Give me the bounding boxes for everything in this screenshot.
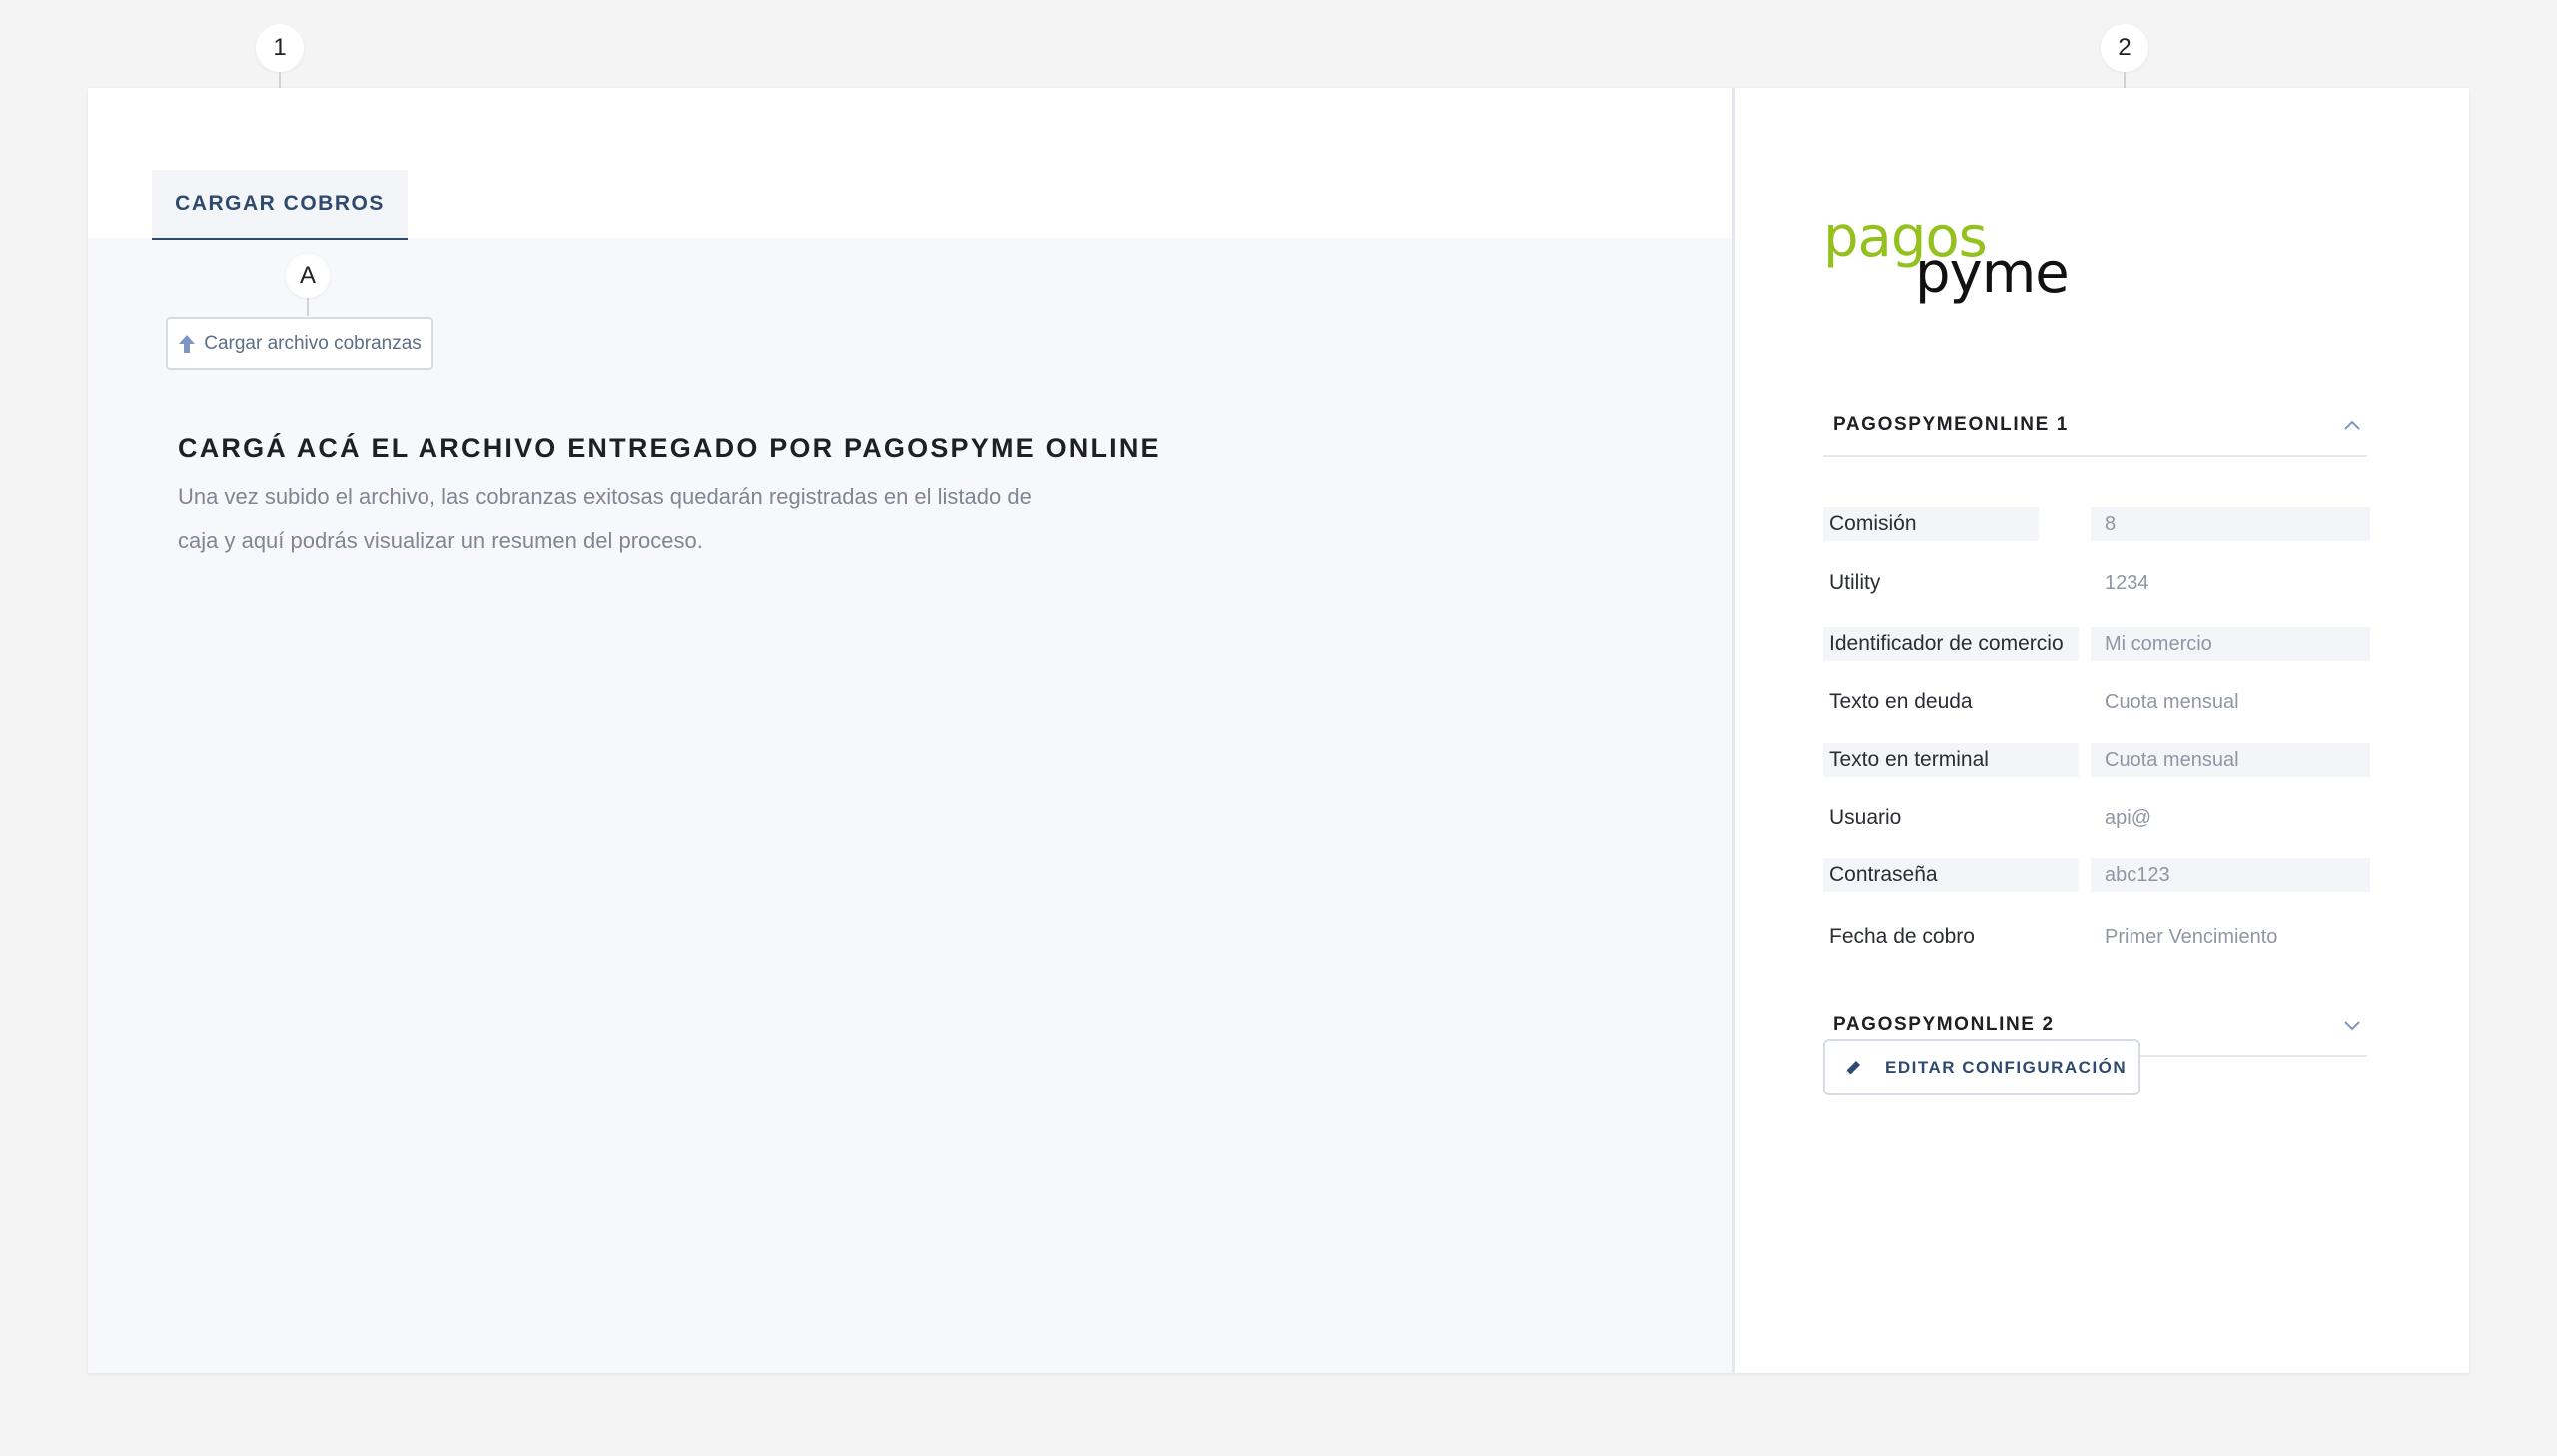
field-row-usuario: Usuario api@	[1823, 801, 2382, 835]
field-label: Identificador de comercio	[1823, 627, 2079, 661]
left-body	[88, 238, 1732, 1373]
field-row-identificador: Identificador de comercio Mi comercio	[1823, 627, 2382, 661]
field-value[interactable]: abc123	[2091, 858, 2370, 892]
logo-text-pyme: pyme	[1915, 241, 2069, 306]
field-label: Fecha de cobro	[1829, 925, 1975, 948]
field-label: Contraseña	[1823, 858, 2079, 892]
chevron-up-icon[interactable]	[2337, 410, 2367, 440]
field-row-texto-deuda: Texto en deuda Cuota mensual	[1823, 685, 2382, 719]
edit-configuration-button[interactable]: EDITAR CONFIGURACIÓN	[1823, 1039, 2140, 1095]
callout-1: 1	[256, 24, 304, 72]
field-value[interactable]: 8	[2091, 507, 2370, 541]
field-label: Texto en terminal	[1823, 743, 2079, 777]
field-label: Utility	[1829, 571, 1881, 594]
edit-configuration-label: EDITAR CONFIGURACIÓN	[1885, 1057, 2128, 1077]
field-value[interactable]: Cuota mensual	[2091, 685, 2370, 719]
page-headline: CARGÁ ACÁ EL ARCHIVO ENTREGADO POR PAGOS…	[178, 433, 1161, 463]
callout-a-line	[307, 298, 309, 316]
field-label: Comisión	[1823, 507, 2039, 541]
field-value[interactable]: Mi comercio	[2091, 627, 2370, 661]
field-label: Texto en deuda	[1829, 690, 1973, 713]
field-value[interactable]: Primer Vencimiento	[2091, 920, 2370, 954]
page-description: Una vez subido el archivo, las cobranzas…	[178, 484, 1032, 553]
field-label: Usuario	[1829, 806, 1902, 829]
field-row-comision: Comisión 8	[1823, 507, 2382, 541]
main-card: CARGAR COBROS Cargar archivo cobranzas C…	[88, 88, 2469, 1373]
upload-arrow-icon	[178, 334, 196, 354]
callout-a: A	[286, 254, 330, 298]
left-pane: CARGAR COBROS Cargar archivo cobranzas C…	[88, 88, 1732, 1373]
pagospyme-logo: pagos pyme	[1823, 205, 2083, 308]
section-1-title: PAGOSPYMEONLINE 1	[1833, 414, 2069, 435]
right-pane: pagos pyme PAGOSPYMEONLINE 1 Comisión 8 …	[1735, 88, 2469, 1373]
chevron-down-icon[interactable]	[2337, 1010, 2367, 1040]
field-value[interactable]: 1234	[2091, 566, 2370, 600]
tab-cargar-cobros[interactable]: CARGAR COBROS	[152, 170, 408, 240]
field-row-utility: Utility 1234	[1823, 566, 2382, 600]
callout-2: 2	[2101, 24, 2148, 72]
pencil-icon	[1843, 1058, 1863, 1078]
section-pagospymeonline-1-header[interactable]: PAGOSPYMEONLINE 1	[1823, 395, 2367, 457]
field-row-contrasena: Contraseña abc123	[1823, 858, 2382, 892]
upload-file-button-label: Cargar archivo cobranzas	[204, 333, 422, 354]
field-value[interactable]: api@	[2091, 801, 2370, 835]
section-2-title: PAGOSPYMONLINE 2	[1833, 1014, 2055, 1035]
field-row-fecha-cobro: Fecha de cobro Primer Vencimiento	[1823, 920, 2382, 954]
upload-file-button[interactable]: Cargar archivo cobranzas	[166, 317, 433, 370]
field-value[interactable]: Cuota mensual	[2091, 743, 2370, 777]
field-row-texto-terminal: Texto en terminal Cuota mensual	[1823, 743, 2382, 777]
